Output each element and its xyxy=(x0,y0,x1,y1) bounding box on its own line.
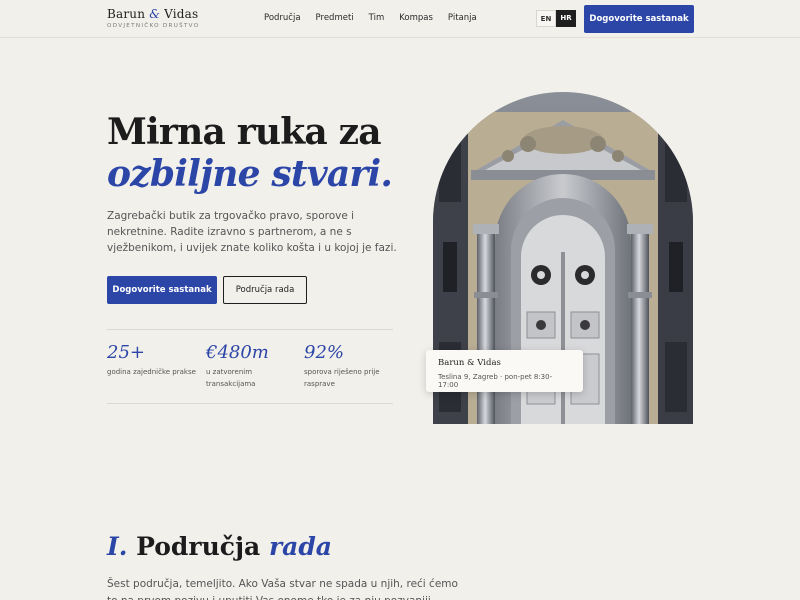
logo-name-b: Vidas xyxy=(164,7,199,21)
hero-title: Mirna ruka za ozbiljne stvari. xyxy=(107,111,393,195)
nav-link-tim[interactable]: Tim xyxy=(369,13,385,23)
main-nav: Područja Predmeti Tim Kompas Pitanja xyxy=(264,13,477,23)
address-card-title: Barun & Vidas xyxy=(438,358,501,368)
stat-value: €480m xyxy=(206,342,269,363)
address-card: Barun & Vidas Teslina 9, Zagreb · pon-pe… xyxy=(426,350,583,392)
stat-label: u zatvorenim transakcijama xyxy=(206,368,256,388)
stat-value: 92% xyxy=(304,342,345,363)
hero-title-line2: ozbiljne stvari. xyxy=(107,153,393,195)
site-header: Barun & Vidas ODVJETNIČKO DRUŠTVO Područ… xyxy=(0,0,800,38)
stats-divider-bottom xyxy=(107,403,393,404)
logo-ampersand: & xyxy=(149,7,161,21)
language-switch: EN HR xyxy=(536,10,576,27)
book-meeting-button[interactable]: Dogovorite sastanak xyxy=(107,276,217,304)
hero-title-line1: Mirna ruka za xyxy=(107,111,382,153)
lang-hr-button[interactable]: HR xyxy=(556,10,576,27)
header-cta-button[interactable]: Dogovorite sastanak xyxy=(584,5,694,33)
nav-link-pitanja[interactable]: Pitanja xyxy=(448,13,477,23)
section-number: I. xyxy=(107,532,128,561)
logo-name: Barun & Vidas xyxy=(107,8,199,21)
logo-subtitle: ODVJETNIČKO DRUŠTVO xyxy=(107,23,200,29)
nav-link-podrucja[interactable]: Područja xyxy=(264,13,301,23)
address-card-details: Teslina 9, Zagreb · pon-pet 8:30-17:00 xyxy=(438,373,553,389)
stat-settled: 92% sporova riješeno prije rasprave xyxy=(304,342,389,390)
logo[interactable]: Barun & Vidas ODVJETNIČKO DRUŠTVO xyxy=(107,8,200,30)
hero-description: Zagrebački butik za trgovačko pravo, spo… xyxy=(107,210,397,254)
stat-transactions: €480m u zatvorenim transakcijama xyxy=(206,342,286,390)
nav-link-predmeti[interactable]: Predmeti xyxy=(316,13,354,23)
stat-label: godina zajedničke prakse xyxy=(107,368,196,376)
section-title-a: Područja xyxy=(136,532,261,561)
section-title-b: rada xyxy=(268,532,333,561)
section-description: Šest područja, temeljito. Ako Vaša stvar… xyxy=(107,578,458,600)
stat-years: 25+ godina zajedničke prakse xyxy=(107,342,202,378)
stats-divider-top xyxy=(107,329,393,330)
stat-value: 25+ xyxy=(107,342,145,363)
lang-en-button[interactable]: EN xyxy=(536,10,556,27)
section-title: I. Područja rada xyxy=(107,532,332,561)
nav-link-kompas[interactable]: Kompas xyxy=(399,13,433,23)
logo-name-a: Barun xyxy=(107,7,146,21)
stat-label: sporova riješeno prije rasprave xyxy=(304,368,380,388)
practice-areas-button[interactable]: Područja rada xyxy=(223,276,307,304)
